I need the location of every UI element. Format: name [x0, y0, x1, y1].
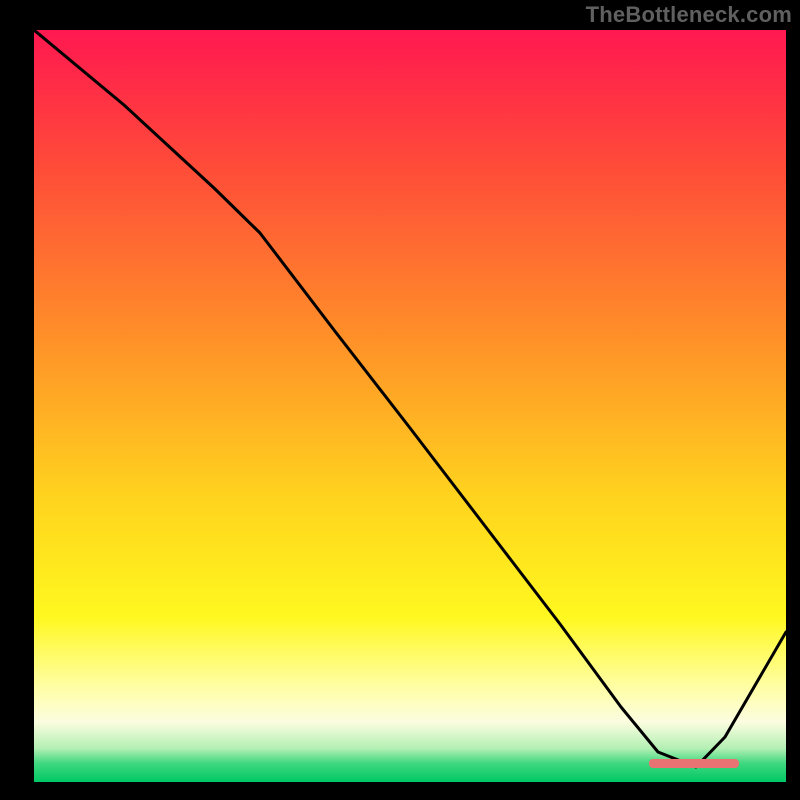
attribution-label: TheBottleneck.com	[586, 2, 792, 28]
optimal-range-marker	[649, 759, 739, 768]
gradient-background	[34, 30, 786, 782]
plot-area	[34, 30, 786, 782]
chart-svg	[34, 30, 786, 782]
chart-container: TheBottleneck.com	[0, 0, 800, 800]
